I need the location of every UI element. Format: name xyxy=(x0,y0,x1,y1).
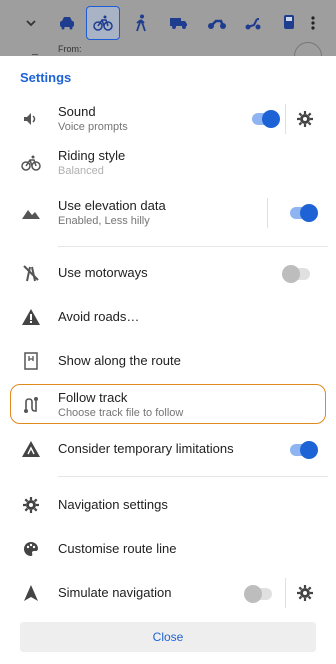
riding-style-row[interactable]: Riding style Balanced xyxy=(0,146,336,180)
elevation-row[interactable]: Use elevation data Enabled, Less hilly xyxy=(0,196,336,230)
avoid-roads-label: Avoid roads… xyxy=(58,309,140,324)
roadworks-icon xyxy=(20,438,42,460)
route-profile-bar: From: xyxy=(0,0,336,70)
gear-icon[interactable] xyxy=(294,582,316,604)
sound-label: Sound xyxy=(58,104,96,119)
sound-row[interactable]: Sound Voice prompts xyxy=(0,102,336,136)
bicycle-icon xyxy=(20,152,42,174)
car-icon[interactable] xyxy=(50,6,84,40)
follow-track-label: Follow track xyxy=(58,390,128,405)
from-label: From: xyxy=(58,44,82,54)
temp-limits-label: Consider temporary limitations xyxy=(58,441,234,456)
route-line-label: Customise route line xyxy=(58,541,177,556)
close-button[interactable]: Close xyxy=(20,622,316,652)
nav-settings-row[interactable]: Navigation settings xyxy=(0,492,336,518)
show-along-label: Show along the route xyxy=(58,353,181,368)
divider xyxy=(267,198,268,228)
riding-style-label: Riding style xyxy=(58,148,126,163)
no-motorway-icon xyxy=(20,262,42,284)
speaker-icon xyxy=(20,108,42,130)
elevation-label: Use elevation data xyxy=(58,198,166,213)
moped-icon[interactable] xyxy=(236,6,270,40)
motorways-toggle[interactable] xyxy=(282,265,310,283)
settings-sheet: Settings Sound Voice prompts Riding styl… xyxy=(0,56,336,664)
profile-selector xyxy=(0,6,336,40)
chevron-down-icon[interactable] xyxy=(14,6,48,40)
truck-icon[interactable] xyxy=(162,6,196,40)
settings-title: Settings xyxy=(20,70,72,85)
palette-icon xyxy=(20,538,42,560)
navigation-arrow-icon xyxy=(20,582,42,604)
motorcycle-icon[interactable] xyxy=(200,6,234,40)
track-icon xyxy=(20,394,42,416)
avoid-roads-row[interactable]: Avoid roads… xyxy=(0,304,336,330)
divider xyxy=(32,54,38,55)
gear-icon[interactable] xyxy=(294,108,316,130)
divider xyxy=(58,246,328,247)
nav-settings-label: Navigation settings xyxy=(58,497,168,512)
more-vertical-icon[interactable] xyxy=(296,6,330,40)
motorways-row[interactable]: Use motorways xyxy=(0,260,336,286)
simulate-label: Simulate navigation xyxy=(58,585,172,600)
poi-list-icon xyxy=(20,350,42,372)
sound-toggle[interactable] xyxy=(252,110,280,128)
divider xyxy=(285,104,286,134)
pedestrian-icon[interactable] xyxy=(124,6,158,40)
elevation-toggle[interactable] xyxy=(290,204,318,222)
simulate-toggle[interactable] xyxy=(244,585,272,603)
bicycle-icon[interactable] xyxy=(86,6,120,40)
temp-limits-row[interactable]: Consider temporary limitations xyxy=(0,436,336,462)
show-along-row[interactable]: Show along the route xyxy=(0,348,336,374)
route-line-row[interactable]: Customise route line xyxy=(0,536,336,562)
divider xyxy=(58,476,328,477)
follow-track-row[interactable]: Follow track Choose track file to follow xyxy=(0,388,336,422)
sound-sub: Voice prompts xyxy=(58,121,128,133)
simulate-row[interactable]: Simulate navigation xyxy=(0,578,336,608)
divider xyxy=(285,578,286,608)
riding-style-sub: Balanced xyxy=(58,165,104,177)
elevation-sub: Enabled, Less hilly xyxy=(58,215,150,227)
motorways-label: Use motorways xyxy=(58,265,148,280)
mountain-icon xyxy=(20,202,42,224)
temp-limits-toggle[interactable] xyxy=(290,441,318,459)
gear-icon xyxy=(20,494,42,516)
follow-track-sub: Choose track file to follow xyxy=(58,407,184,419)
warning-icon xyxy=(20,306,42,328)
